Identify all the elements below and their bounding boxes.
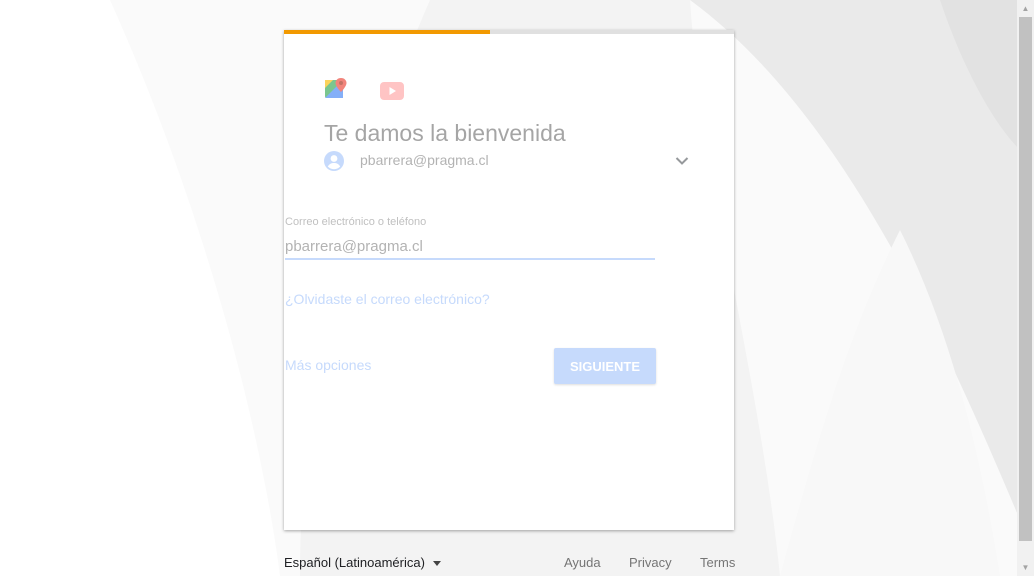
footer: Español (Latinoamérica) Ayuda Privacy Te…	[284, 553, 735, 571]
next-button[interactable]: SIGUIENTE	[554, 348, 656, 384]
language-label: Español (Latinoamérica)	[284, 555, 425, 570]
language-selector[interactable]: Español (Latinoamérica)	[284, 555, 441, 570]
signin-card: Te damos la bienvenida pbarrera@pragma.c…	[284, 30, 734, 530]
email-field[interactable]	[285, 234, 655, 260]
loading-overlay	[284, 34, 734, 530]
chevron-down-icon[interactable]	[674, 153, 690, 169]
account-email: pbarrera@pragma.cl	[360, 152, 489, 168]
email-field-label: Correo electrónico o teléfono	[285, 216, 427, 228]
progress-bar	[284, 30, 734, 34]
terms-link[interactable]: Terms	[700, 555, 735, 570]
privacy-link[interactable]: Privacy	[629, 555, 672, 570]
progress-fill	[284, 30, 490, 34]
youtube-icon	[380, 82, 404, 100]
help-link[interactable]: Ayuda	[564, 555, 601, 570]
scrollbar-thumb[interactable]	[1019, 17, 1032, 541]
scroll-down-icon[interactable]: ▼	[1017, 559, 1034, 576]
scroll-up-icon[interactable]: ▲	[1017, 0, 1034, 17]
more-options-link[interactable]: Más opciones	[285, 357, 371, 373]
account-chip[interactable]: pbarrera@pragma.cl	[324, 150, 690, 174]
forgot-email-link[interactable]: ¿Olvidaste el correo electrónico?	[285, 291, 490, 307]
vertical-scrollbar[interactable]: ▲ ▼	[1017, 0, 1034, 576]
caret-down-icon	[432, 561, 441, 567]
account-circle-icon	[324, 151, 344, 171]
page-title: Te damos la bienvenida	[324, 120, 566, 146]
google-maps-icon	[325, 78, 347, 98]
